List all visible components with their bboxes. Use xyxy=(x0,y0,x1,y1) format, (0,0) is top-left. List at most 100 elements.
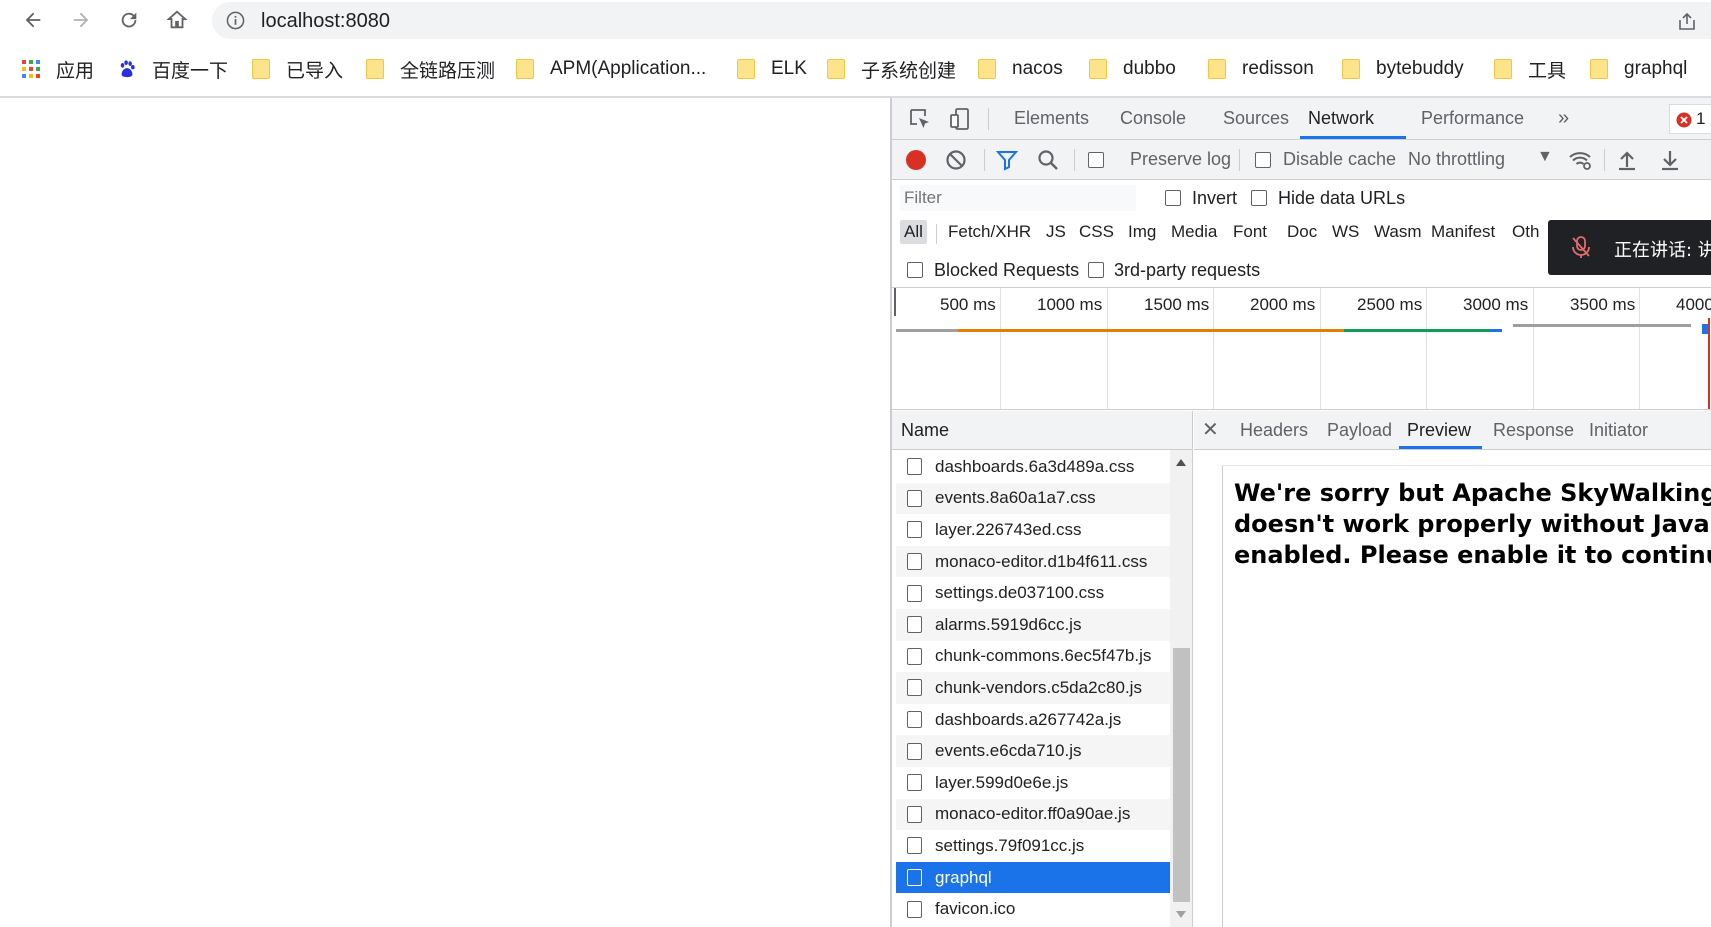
request-row[interactable]: chunk-vendors.c5da2c80.js xyxy=(896,672,1170,704)
tab-sources[interactable]: Sources xyxy=(1215,98,1297,139)
request-row[interactable]: settings.79f091cc.js xyxy=(896,830,1170,862)
page-viewport[interactable] xyxy=(0,98,890,927)
request-row[interactable]: events.8a60a1a7.css xyxy=(896,482,1170,515)
preserve-log-checkbox[interactable] xyxy=(1088,152,1104,168)
response-preview: We're sorry but Apache SkyWalking doesn'… xyxy=(1222,465,1711,927)
third-party-checkbox[interactable] xyxy=(1088,262,1104,278)
home-icon[interactable] xyxy=(163,6,191,34)
timeline-gridline xyxy=(1000,288,1001,409)
bookmark-folder-tools[interactable]: 工具 xyxy=(1494,55,1566,83)
forward-icon[interactable] xyxy=(67,6,95,34)
type-all[interactable]: All xyxy=(900,220,927,244)
request-list-scrollbar[interactable] xyxy=(1170,450,1192,927)
toolbar-separator xyxy=(984,149,985,171)
tab-elements[interactable]: Elements xyxy=(1006,98,1097,139)
request-row[interactable]: monaco-editor.ff0a90ae.js xyxy=(896,798,1170,831)
file-icon xyxy=(907,805,922,823)
request-name: monaco-editor.d1b4f611.css xyxy=(935,551,1148,571)
request-row[interactable]: chunk-commons.6ec5f47b.js xyxy=(896,641,1170,673)
request-row[interactable]: alarms.5919d6cc.js xyxy=(896,609,1170,641)
request-row[interactable]: dashboards.a267742a.js xyxy=(896,704,1170,736)
bookmark-folder-elk[interactable]: ELK xyxy=(737,55,807,83)
bookmark-folder-redisson[interactable]: redisson xyxy=(1208,55,1314,83)
disable-cache-checkbox[interactable] xyxy=(1255,152,1271,168)
search-icon[interactable] xyxy=(1036,148,1060,172)
tab-response[interactable]: Response xyxy=(1485,411,1582,449)
invert-checkbox[interactable] xyxy=(1165,190,1181,206)
blocked-requests-checkbox[interactable] xyxy=(907,262,923,278)
request-list-header[interactable]: Name xyxy=(892,411,1192,450)
bookmark-folder-subsystem[interactable]: 子系统创建 xyxy=(827,55,956,83)
bookmark-folder-bytebuddy[interactable]: bytebuddy xyxy=(1342,55,1464,83)
error-counter[interactable]: 1 xyxy=(1669,104,1711,134)
filter-icon[interactable] xyxy=(995,148,1019,172)
scroll-up-arrow-icon[interactable] xyxy=(1176,459,1186,466)
tab-payload[interactable]: Payload xyxy=(1319,411,1400,449)
type-media[interactable]: Media xyxy=(1167,220,1221,244)
inspect-element-icon[interactable] xyxy=(908,107,932,131)
request-name: dashboards.6a3d489a.css xyxy=(935,456,1135,476)
bookmark-folder-graphql[interactable]: graphql xyxy=(1590,55,1687,83)
bookmark-apps[interactable]: 应用 xyxy=(22,55,94,83)
type-img[interactable]: Img xyxy=(1124,220,1160,244)
tab-performance[interactable]: Performance xyxy=(1413,98,1532,139)
close-icon[interactable]: ✕ xyxy=(1202,417,1219,442)
request-name: graphql xyxy=(935,867,992,887)
site-info-icon[interactable] xyxy=(226,11,245,30)
request-row[interactable]: layer.599d0e6e.js xyxy=(896,767,1170,799)
request-row-selected[interactable]: graphql xyxy=(896,861,1170,894)
bookmark-folder-dubbo[interactable]: dubbo xyxy=(1089,55,1176,83)
type-css[interactable]: CSS xyxy=(1075,220,1118,244)
chevron-down-icon[interactable]: ▼ xyxy=(1537,148,1553,166)
folder-icon xyxy=(827,59,845,79)
type-fetch-xhr[interactable]: Fetch/XHR xyxy=(944,220,1035,244)
load-event-marker xyxy=(1708,318,1710,409)
network-conditions-icon[interactable] xyxy=(1568,148,1592,172)
type-ws[interactable]: WS xyxy=(1328,220,1363,244)
type-wasm[interactable]: Wasm xyxy=(1370,220,1426,244)
request-row[interactable]: layer.226743ed.css xyxy=(896,514,1170,546)
request-row[interactable]: monaco-editor.d1b4f611.css xyxy=(896,545,1170,578)
tab-console[interactable]: Console xyxy=(1112,98,1194,139)
reload-icon[interactable] xyxy=(115,6,143,34)
address-bar[interactable]: localhost:8080 xyxy=(212,2,1711,39)
bookmark-folder-apm[interactable]: APM(Application... xyxy=(516,55,706,83)
bookmark-folder-nacos[interactable]: nacos xyxy=(978,55,1063,83)
export-har-icon[interactable] xyxy=(1658,148,1682,172)
back-icon[interactable] xyxy=(19,6,47,34)
share-icon[interactable] xyxy=(1677,11,1697,31)
filter-input[interactable] xyxy=(900,185,1136,211)
timeline-gridline xyxy=(1533,288,1534,409)
tab-headers[interactable]: Headers xyxy=(1232,411,1316,449)
tab-preview[interactable]: Preview xyxy=(1399,411,1482,449)
type-js[interactable]: JS xyxy=(1042,220,1070,244)
hide-data-urls-checkbox[interactable] xyxy=(1251,190,1267,206)
file-icon xyxy=(907,869,922,887)
bookmark-baidu[interactable]: 百度一下 xyxy=(118,55,228,83)
tab-initiator[interactable]: Initiator xyxy=(1581,411,1656,449)
bookmark-folder-full-link-test[interactable]: 全链路压测 xyxy=(366,55,495,83)
request-row[interactable]: dashboards.6a3d489a.css xyxy=(896,451,1170,483)
request-row[interactable]: settings.de037100.css xyxy=(896,577,1170,609)
scroll-down-arrow-icon[interactable] xyxy=(1176,911,1186,918)
timeline-tick-label: 4000 xyxy=(1676,295,1711,314)
type-font[interactable]: Font xyxy=(1229,220,1271,244)
url-text[interactable]: localhost:8080 xyxy=(261,10,390,33)
clear-icon[interactable] xyxy=(944,148,968,172)
tab-network[interactable]: Network xyxy=(1300,98,1406,139)
more-tabs-chevron-icon[interactable]: » xyxy=(1550,98,1577,139)
type-manifest[interactable]: Manifest xyxy=(1427,220,1499,244)
import-har-icon[interactable] xyxy=(1615,148,1639,172)
bookmark-folder-imported[interactable]: 已导入 xyxy=(252,55,343,83)
device-toolbar-icon[interactable] xyxy=(948,107,972,131)
folder-icon xyxy=(1208,59,1226,79)
scrollbar-thumb[interactable] xyxy=(1173,648,1190,902)
request-row[interactable]: events.e6cda710.js xyxy=(896,735,1170,767)
throttling-select[interactable]: No throttling xyxy=(1408,149,1505,170)
type-doc[interactable]: Doc xyxy=(1283,220,1321,244)
type-other[interactable]: Oth xyxy=(1508,220,1543,244)
request-row[interactable]: favicon.ico xyxy=(896,893,1170,925)
detail-tab-bar: ✕ Headers Payload Preview Response Initi… xyxy=(1194,411,1711,450)
record-icon[interactable] xyxy=(904,148,928,172)
network-overview-timeline[interactable]: 500 ms 1000 ms 1500 ms 2000 ms 2500 ms 3… xyxy=(892,288,1711,410)
